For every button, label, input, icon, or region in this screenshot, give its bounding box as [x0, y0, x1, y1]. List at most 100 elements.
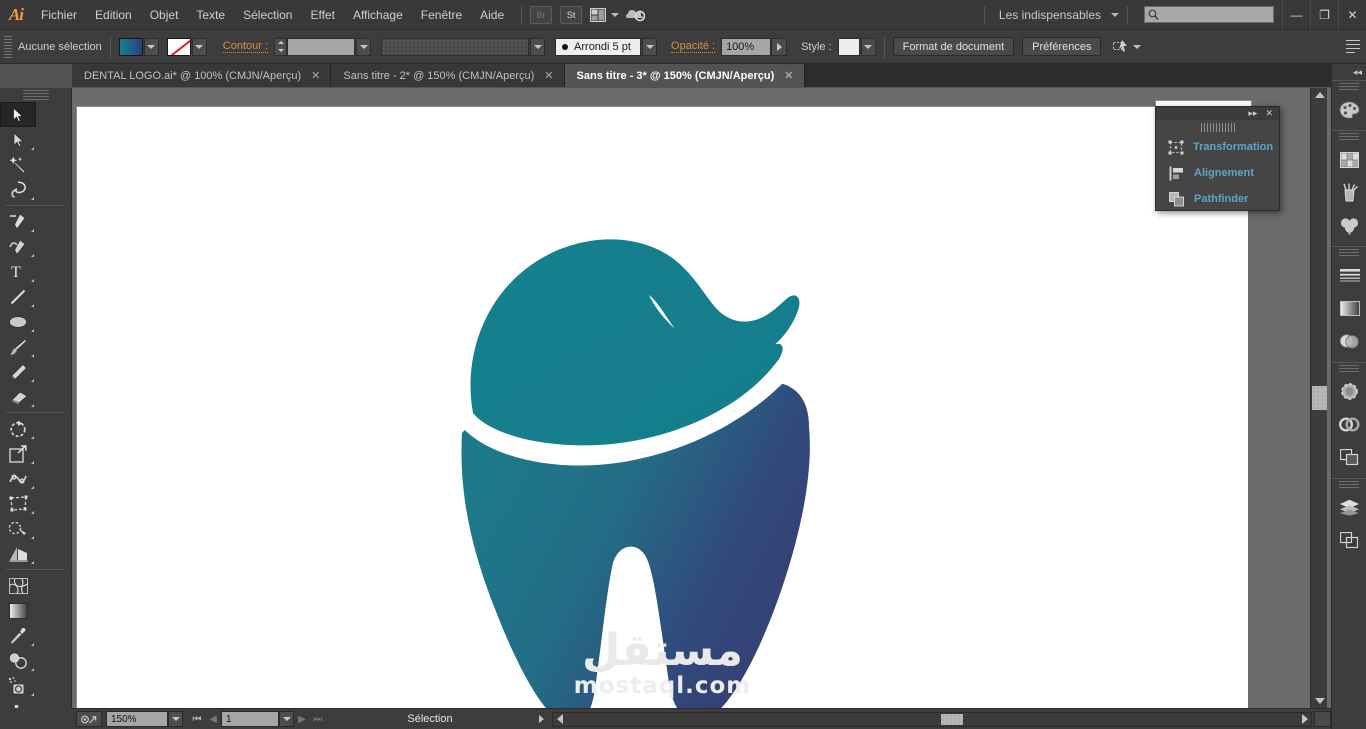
select-similar-icon[interactable] [1113, 40, 1142, 53]
line-segment-tool[interactable] [0, 284, 36, 309]
dock-group-gripper[interactable] [1339, 249, 1359, 258]
appearance-panel-icon[interactable] [1332, 375, 1366, 408]
opacity-control[interactable]: 100% [721, 37, 788, 56]
document-setup-button[interactable]: Format de document [892, 37, 1015, 56]
paintbrush-tool[interactable] [0, 334, 36, 359]
panel-item-transformation[interactable]: Transformation [1156, 134, 1279, 160]
gradient-panel-icon[interactable] [1332, 292, 1366, 325]
symbols-panel-icon[interactable] [1332, 209, 1366, 242]
scroll-down-button[interactable] [1311, 694, 1328, 708]
dock-group-gripper[interactable] [1339, 481, 1359, 490]
brush-definition-control[interactable]: Arrondi 5 pt [555, 37, 658, 56]
canvas-horizontal-scrollbar[interactable] [552, 711, 1312, 727]
free-transform-tool[interactable] [0, 491, 36, 516]
zoom-dropdown-button[interactable] [168, 711, 183, 727]
lasso-tool[interactable] [0, 177, 36, 202]
style-control[interactable] [837, 37, 876, 56]
panel-title-bar[interactable]: ▸▸ ✕ [1156, 107, 1279, 120]
menu-edition[interactable]: Edition [86, 0, 141, 30]
stroke-weight-control[interactable] [274, 37, 372, 56]
direct-selection-tool[interactable] [0, 127, 36, 152]
canvas-vertical-scrollbar[interactable] [1310, 88, 1327, 708]
eraser-tool[interactable] [0, 384, 36, 409]
blend-tool[interactable] [0, 648, 36, 673]
fill-swatch-control[interactable] [118, 37, 159, 56]
fill-swatch[interactable] [118, 37, 143, 56]
zoom-field[interactable]: 150% [106, 711, 168, 727]
rotate-tool[interactable] [0, 416, 36, 441]
selection-tool[interactable] [0, 102, 36, 127]
mesh-tool[interactable] [0, 573, 36, 598]
pencil-tool[interactable] [0, 359, 36, 384]
document-tab-3[interactable]: Sans titre - 3* @ 150% (CMJN/Aperçu) ✕ [564, 64, 805, 87]
stroke-profile-control[interactable] [381, 37, 546, 56]
menu-selection[interactable]: Sélection [234, 0, 301, 30]
artboard[interactable]: مستقل mostaql.com [77, 107, 1248, 708]
close-icon[interactable]: ✕ [784, 69, 793, 82]
stroke-swatch-control[interactable] [166, 37, 207, 56]
ellipse-tool[interactable] [0, 309, 36, 334]
curvature-tool[interactable] [0, 234, 36, 259]
close-icon[interactable]: ✕ [1265, 108, 1273, 119]
menu-objet[interactable]: Objet [141, 0, 188, 30]
next-page-icon[interactable]: ▶ [294, 711, 310, 727]
brush-definition-field[interactable]: Arrondi 5 pt [555, 37, 642, 56]
opacity-flyout-button[interactable] [771, 37, 788, 56]
minimize-button[interactable]: — [1282, 0, 1310, 30]
first-page-icon[interactable]: ⏮ [189, 711, 205, 727]
page-control[interactable]: 1 [221, 711, 294, 727]
bridge-button[interactable]: Br [530, 5, 553, 24]
shape-builder-tool[interactable] [0, 516, 36, 541]
stroke-panel-icon[interactable] [1332, 259, 1366, 292]
panel-item-pathfinder[interactable]: Pathfinder [1156, 186, 1279, 212]
panel-gripper[interactable] [1200, 123, 1235, 132]
menu-fenetre[interactable]: Fenêtre [412, 0, 471, 30]
brushes-panel-icon[interactable] [1332, 176, 1366, 209]
layers-panel-icon[interactable] [1332, 491, 1366, 524]
close-icon[interactable]: ✕ [311, 69, 320, 82]
stroke-weight-stepper[interactable] [274, 37, 288, 56]
document-canvas[interactable]: مستقل mostaql.com [72, 88, 1331, 708]
previous-page-icon[interactable]: ◀ [205, 711, 221, 727]
fill-dropdown-button[interactable] [143, 37, 159, 56]
magic-wand-tool[interactable] [0, 152, 36, 177]
style-dropdown[interactable] [860, 37, 876, 56]
restore-button[interactable]: ❐ [1310, 0, 1338, 30]
document-tab-2[interactable]: Sans titre - 2* @ 150% (CMJN/Aperçu) ✕ [331, 64, 565, 87]
color-panel-icon[interactable] [1332, 93, 1366, 126]
tools-panel-gripper[interactable] [22, 90, 49, 100]
dock-group-gripper[interactable] [1339, 365, 1359, 374]
transparency-panel-icon[interactable] [1332, 325, 1366, 358]
opacity-field[interactable]: 100% [721, 37, 772, 56]
stroke-weight-label[interactable]: Contour : [222, 40, 269, 53]
creative-cloud-icon[interactable] [625, 7, 646, 23]
page-field[interactable]: 1 [221, 711, 279, 727]
scroll-left-button[interactable] [553, 713, 566, 726]
width-tool[interactable] [0, 466, 36, 491]
style-swatch[interactable] [837, 37, 860, 56]
arrange-documents-icon[interactable] [590, 7, 620, 22]
horizontal-scrollbar-thumb[interactable] [941, 713, 963, 725]
menu-effet[interactable]: Effet [301, 0, 343, 30]
pen-tool[interactable] [0, 209, 36, 234]
type-tool[interactable]: T [0, 259, 36, 284]
symbol-sprayer-tool[interactable] [0, 673, 36, 698]
dock-group-gripper[interactable] [1339, 83, 1359, 92]
gradient-tool[interactable] [0, 598, 36, 623]
menu-aide[interactable]: Aide [471, 0, 513, 30]
menu-fichier[interactable]: Fichier [32, 0, 86, 30]
stroke-profile-field[interactable] [381, 37, 530, 56]
panel-item-alignement[interactable]: Alignement [1156, 160, 1279, 186]
dock-group-gripper[interactable] [1339, 133, 1359, 142]
scroll-up-button[interactable] [1311, 88, 1328, 102]
collapsed-panel-group[interactable]: ▸▸ ✕ Transformation Alignement Pathfinde… [1155, 106, 1280, 211]
preview-mode-icon[interactable] [76, 711, 102, 727]
menu-affichage[interactable]: Affichage [344, 0, 412, 30]
stroke-weight-dropdown[interactable] [356, 37, 372, 56]
scale-tool[interactable] [0, 441, 36, 466]
artboards-panel-icon[interactable] [1332, 441, 1366, 474]
opacity-label[interactable]: Opacité : [671, 40, 716, 53]
links-panel-icon[interactable] [1332, 524, 1366, 557]
graphic-styles-panel-icon[interactable] [1332, 408, 1366, 441]
preferences-button[interactable]: Préférences [1022, 37, 1102, 56]
